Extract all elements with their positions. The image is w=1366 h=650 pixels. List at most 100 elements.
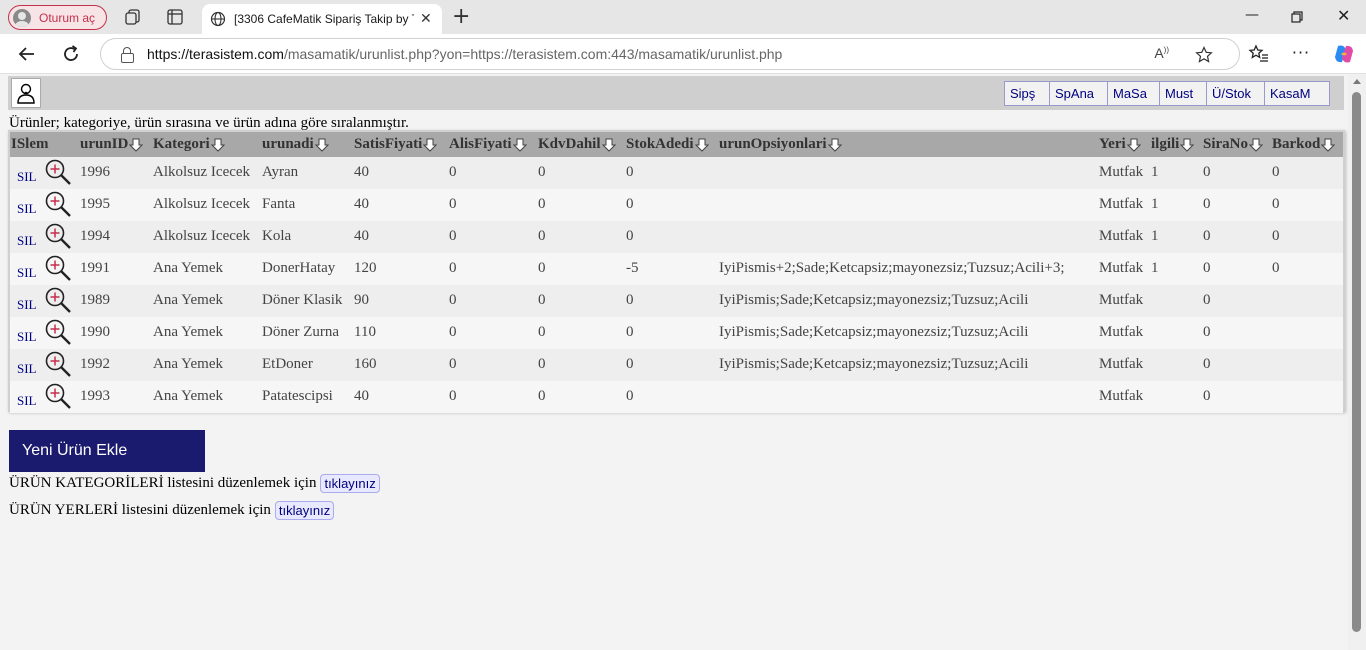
delete-link[interactable]: SIL: [17, 297, 37, 313]
sort-arrow-icon[interactable]: [423, 138, 438, 152]
cell-opsiyon: IyiPismis+2;Sade;Ketcapsiz;mayonezsiz;Tu…: [719, 260, 1065, 276]
header-kdvdahil[interactable]: KdvDahil: [538, 136, 616, 153]
sort-arrow-icon[interactable]: [601, 138, 616, 152]
header-kategori[interactable]: Kategori: [153, 136, 225, 153]
cell-ilgili: 1: [1151, 228, 1159, 244]
tab-actions-icon[interactable]: [166, 8, 184, 26]
cell-urunadi: Döner Klasik: [262, 292, 343, 308]
new-tab-icon[interactable]: +: [452, 4, 470, 29]
header-label: AlisFiyati: [449, 136, 512, 152]
header-urunopsiyonlari[interactable]: urunOpsiyonlari: [719, 136, 842, 153]
menu-ustok[interactable]: Ü/Stok: [1207, 82, 1265, 105]
cell-satis: 40: [354, 388, 369, 404]
places-text: ÜRÜN YERLERİ listesini düzenlemek için: [9, 502, 271, 518]
cell-stok: -5: [626, 260, 639, 276]
categories-link[interactable]: tıklayınız: [320, 474, 380, 493]
cell-satis: 40: [354, 196, 369, 212]
sort-arrow-icon[interactable]: [314, 138, 329, 152]
sort-arrow-icon[interactable]: [512, 138, 527, 152]
cell-satis: 90: [354, 292, 369, 308]
cell-barkod: 0: [1272, 228, 1280, 244]
cell-stok: 0: [626, 196, 634, 212]
detail-zoom-icon[interactable]: [44, 350, 72, 378]
tab-close-icon[interactable]: ✕: [420, 11, 432, 27]
places-link[interactable]: tıklayınız: [274, 501, 335, 520]
sort-arrow-icon[interactable]: [694, 138, 709, 152]
add-product-button[interactable]: Yeni Ürün Ekle: [9, 430, 205, 472]
scroll-thumb[interactable]: [1352, 92, 1361, 632]
favorites-icon[interactable]: [1248, 43, 1270, 65]
delete-link[interactable]: SIL: [17, 329, 37, 345]
cell-sirano: 0: [1203, 324, 1211, 340]
sort-arrow-icon[interactable]: [1248, 138, 1264, 152]
detail-zoom-icon[interactable]: [44, 382, 72, 410]
categories-link-line: ÜRÜN KATEGORİLERİ listesini düzenlemek i…: [9, 474, 380, 493]
cell-satis: 40: [354, 164, 369, 180]
detail-zoom-icon[interactable]: [44, 222, 72, 250]
cell-kategori: Alkolsuz Icecek: [153, 196, 251, 212]
app-top-bar: Sipş SpAna MaSa Must Ü/Stok KasaM: [8, 76, 1344, 110]
back-icon[interactable]: [16, 43, 38, 65]
delete-link[interactable]: SIL: [17, 201, 37, 217]
sort-arrow-icon[interactable]: [1126, 138, 1141, 152]
header-urunadi[interactable]: urunadi: [262, 136, 329, 153]
active-tab[interactable]: [3306 CafeMatik Sipariş Takip by T ✕: [202, 4, 442, 34]
sort-arrow-icon[interactable]: [210, 138, 225, 152]
restore-icon[interactable]: [1291, 11, 1303, 23]
collections-icon[interactable]: [124, 8, 142, 26]
address-bar[interactable]: https://terasistem.com/masamatik/urunlis…: [100, 38, 1240, 70]
menu-kasam[interactable]: KasaM: [1265, 82, 1329, 105]
cell-sirano: 0: [1203, 292, 1211, 308]
delete-link[interactable]: SIL: [17, 265, 37, 281]
header-alisfiyati[interactable]: AlisFiyati: [449, 136, 527, 153]
refresh-icon[interactable]: [60, 43, 82, 65]
top-menu: Sipş SpAna MaSa Must Ü/Stok KasaM: [1004, 81, 1330, 106]
profile-button[interactable]: Oturum aç: [8, 5, 107, 30]
sort-arrow-icon[interactable]: [129, 138, 144, 152]
delete-link[interactable]: SIL: [17, 233, 37, 249]
cell-kdv: 0: [538, 388, 546, 404]
delete-link[interactable]: SIL: [17, 361, 37, 377]
menu-spana[interactable]: SpAna: [1050, 82, 1108, 105]
scroll-up-icon[interactable]: [1353, 79, 1361, 84]
header-urunid[interactable]: urunID: [80, 136, 144, 153]
cell-alis: 0: [449, 292, 457, 308]
favorite-star-icon[interactable]: [1195, 46, 1213, 64]
lock-icon[interactable]: [121, 47, 134, 63]
menu-sips[interactable]: Sipş: [1005, 82, 1050, 105]
cell-stok: 0: [626, 356, 634, 372]
header-barkod[interactable]: Barkod: [1272, 136, 1336, 153]
user-icon[interactable]: [11, 78, 41, 108]
detail-zoom-icon[interactable]: [44, 254, 72, 282]
page-scrollbar[interactable]: [1348, 74, 1366, 650]
header-yeri[interactable]: Yeri: [1099, 136, 1141, 153]
cell-barkod: 0: [1272, 260, 1280, 276]
read-aloud-icon[interactable]: A)): [1154, 45, 1169, 61]
header-sirano[interactable]: SiraNo: [1203, 136, 1264, 153]
detail-zoom-icon[interactable]: [44, 190, 72, 218]
detail-zoom-icon[interactable]: [44, 158, 72, 186]
header-ilgili[interactable]: ilgili: [1151, 136, 1195, 153]
minimize-icon[interactable]: —: [1245, 7, 1259, 23]
cell-kdv: 0: [538, 356, 546, 372]
sort-arrow-icon[interactable]: [1321, 138, 1336, 152]
cell-urunadi: EtDoner: [262, 356, 313, 372]
detail-zoom-icon[interactable]: [44, 286, 72, 314]
menu-must[interactable]: Must: [1160, 82, 1207, 105]
cell-alis: 0: [449, 164, 457, 180]
close-window-icon[interactable]: ✕: [1337, 6, 1350, 25]
more-menu-icon[interactable]: ···: [1290, 42, 1312, 64]
cell-kdv: 0: [538, 324, 546, 340]
menu-masa[interactable]: MaSa: [1108, 82, 1160, 105]
detail-zoom-icon[interactable]: [44, 318, 72, 346]
header-label: StokAdedi: [626, 136, 694, 152]
header-stokadedi[interactable]: StokAdedi: [626, 136, 709, 153]
copilot-icon[interactable]: [1332, 42, 1356, 66]
delete-link[interactable]: SIL: [17, 393, 37, 409]
delete-link[interactable]: SIL: [17, 169, 37, 185]
cell-id: 1991: [80, 260, 110, 276]
sort-arrow-icon[interactable]: [1180, 138, 1195, 152]
table-header: ISlem urunID Kategori urunadi SatisFiyat…: [10, 132, 1343, 157]
sort-arrow-icon[interactable]: [827, 138, 842, 152]
header-satisfiyati[interactable]: SatisFiyati: [354, 136, 438, 153]
